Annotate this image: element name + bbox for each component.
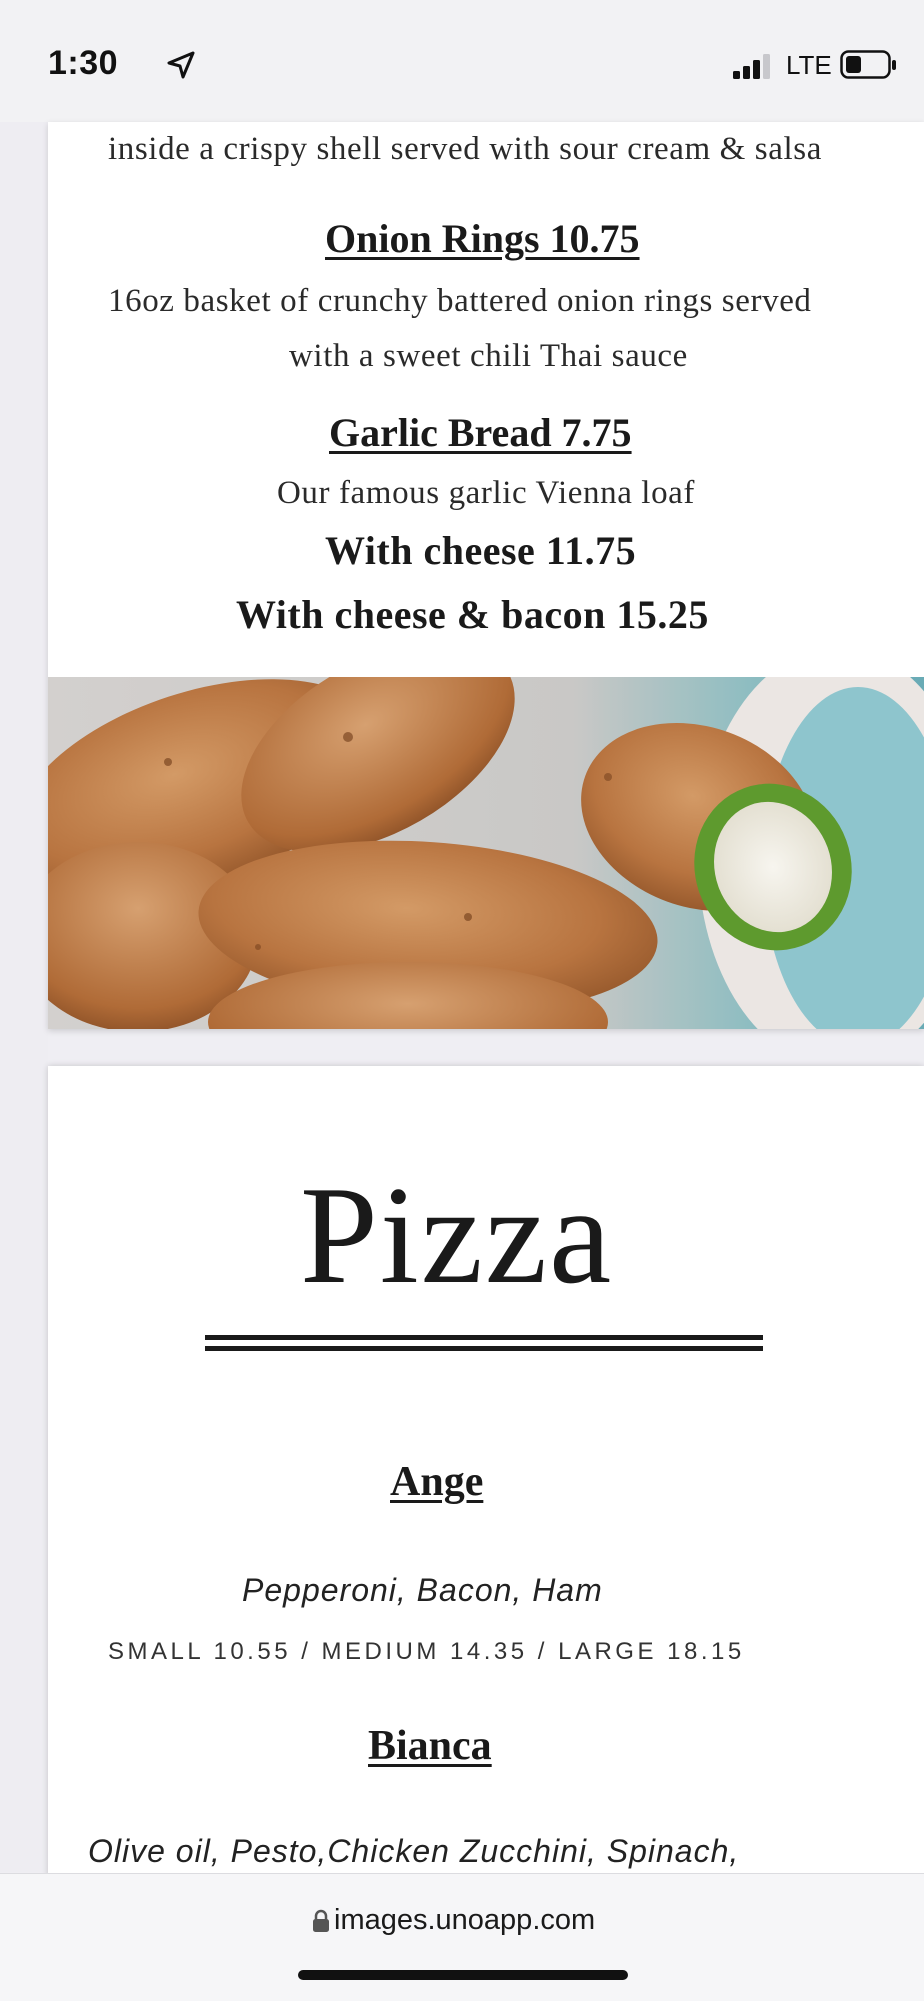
garlic-bread-title: Garlic Bread 7.75 [329,410,632,455]
status-bar: 1:30 LTE [0,0,924,123]
heading-rule-top [205,1335,763,1340]
pizza-name-ange: Ange [390,1459,484,1505]
battery-icon [840,50,896,79]
pizza-heading: Pizza [300,1158,614,1313]
browser-address-bar[interactable] [0,1873,924,2001]
onion-rings-description: 16oz basket of crunchy battered onion ri… [108,283,812,319]
pizza-ingredients-bianca: Olive oil, Pesto,Chicken Zucchini, Spina… [88,1833,740,1869]
signal-bars-icon [733,54,770,79]
url-text[interactable]: images.unoapp.com [334,1904,595,1937]
jalapeno-poppers-photo [48,677,924,1029]
page-gutter [0,122,48,1872]
onion-rings-title: Onion Rings 10.75 [325,216,640,261]
location-arrow-icon [167,51,195,79]
garlic-bread-cheese-price: With cheese 11.75 [325,528,637,573]
item-description: inside a crispy shell served with sour c… [108,131,822,167]
onion-rings-description-2: with a sweet chili Thai sauce [289,338,688,374]
garlic-bread-description: Our famous garlic Vienna loaf [277,475,696,511]
lock-icon [313,1909,329,1932]
clock-time: 1:30 [48,44,119,82]
pizza-ingredients-ange: Pepperoni, Bacon, Ham [242,1572,603,1608]
home-indicator[interactable] [298,1970,628,1980]
garlic-bread-cheese-bacon-price: With cheese & bacon 15.25 [236,592,709,637]
heading-rule-bottom [205,1346,763,1351]
pizza-prices-ange: SMALL 10.55 / MEDIUM 14.35 / LARGE 18.15 [108,1638,745,1665]
pizza-name-bianca: Bianca [368,1723,492,1769]
network-type: LTE [786,50,832,80]
